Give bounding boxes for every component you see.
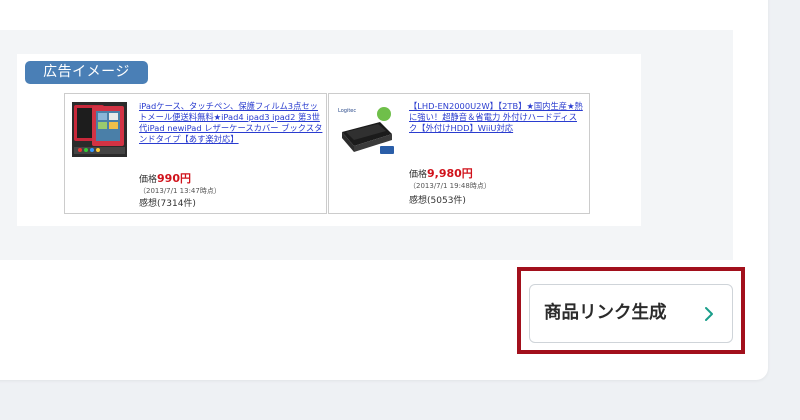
generate-link-label: 商品リンク生成 (544, 303, 667, 323)
product-card: iPadケース、タッチペン、保護フィルム3点セットメール便送料無料★iPad4 … (64, 93, 327, 214)
external-hdd-thumbnail[interactable]: Logitec (336, 102, 396, 157)
product-title-link[interactable]: iPadケース、タッチペン、保護フィルム3点セットメール便送料無料★iPad4 … (139, 101, 323, 157)
review-count: 感想(7314件) (139, 199, 196, 209)
ad-image-badge: 広告イメージ (25, 61, 148, 84)
review-count: 感想(5053件) (409, 196, 466, 206)
product-price: 価格990円 (139, 170, 191, 186)
svg-text:Logitec: Logitec (338, 108, 356, 114)
price-date: （2013/7/1 13:47時点） (139, 187, 221, 195)
chevron-right-icon (704, 306, 714, 322)
price-label: 価格 (409, 170, 428, 180)
product-title-link[interactable]: 【LHD-EN2000U2W】【2TB】★国内生産★熱に強い！超静音＆省電力 外… (409, 101, 585, 146)
ipad-case-thumbnail[interactable] (72, 102, 127, 157)
price-label: 価格 (139, 175, 158, 185)
price-value: 9,980円 (427, 167, 473, 180)
generate-link-button[interactable]: 商品リンク生成 (529, 284, 733, 343)
product-card: Logitec 【LHD-EN2000U2W】【2TB】★国内生産★熱に強い！超… (328, 93, 590, 214)
price-value: 990円 (157, 172, 191, 185)
product-price: 価格9,980円 (409, 165, 473, 181)
price-date: （2013/7/1 19:48時点） (409, 182, 491, 190)
